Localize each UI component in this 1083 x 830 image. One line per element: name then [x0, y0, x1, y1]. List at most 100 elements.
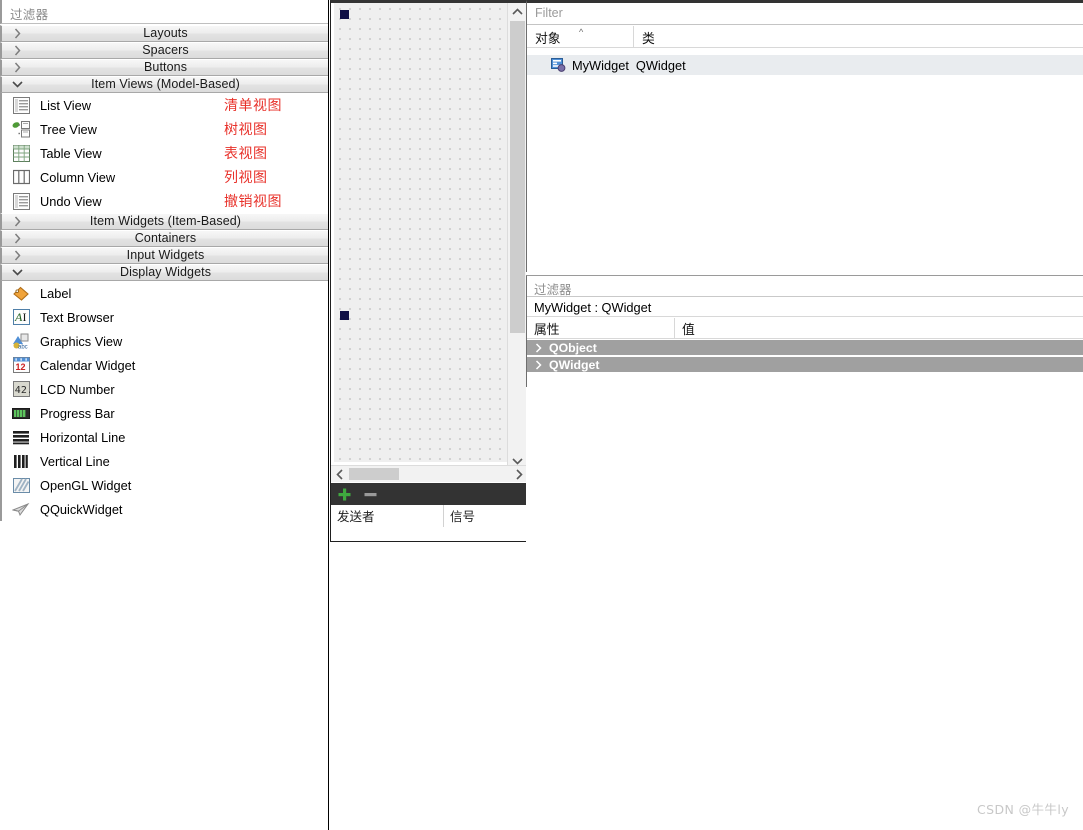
scroll-up-arrow-icon[interactable] [508, 3, 527, 21]
widget-category-header[interactable]: Input Widgets [0, 247, 328, 264]
object-inspector-row-class: QWidget [635, 57, 686, 73]
widget-box-item[interactable]: Undo View 撤销视图 [0, 189, 328, 213]
widget-box-item[interactable]: abc Graphics View [0, 329, 328, 353]
widget-box-item-label: Calendar Widget [40, 357, 136, 373]
object-inspector-filter-input[interactable]: Filter [527, 3, 1083, 25]
object-inspector-column-object[interactable]: 对象 ^ [527, 26, 634, 48]
widget-category-header[interactable]: Spacers [0, 42, 328, 59]
object-inspector-header: 对象 ^ 类 [527, 26, 1083, 48]
widget-category-header[interactable]: Layouts [0, 25, 328, 42]
chevron-right-icon [11, 26, 23, 41]
signal-slot-header: 发送者 信号 [331, 504, 527, 527]
widget-box-item-label: Horizontal Line [40, 429, 126, 445]
annotation-text: 清单视图 [224, 98, 282, 114]
widget-box-item[interactable]: A I Text Browser [0, 305, 328, 329]
add-connection-button[interactable] [331, 483, 357, 505]
object-inspector-column-class[interactable]: 类 [634, 26, 834, 48]
object-inspector-row[interactable]: MyWidget QWidget [527, 55, 1083, 75]
widget-box-item-label: Label [40, 285, 72, 301]
property-group-qobject-label: QObject [549, 340, 597, 355]
annotation-text: 撤销视图 [224, 194, 282, 210]
property-group-qwidget-label: QWidget [549, 357, 600, 372]
widget-box-item-label: Graphics View [40, 333, 123, 349]
property-editor-target-label: MyWidget : QWidget [534, 299, 652, 315]
widget-box-panel: 过滤器 Layouts Spacers Buttons Item Views (Mod… [0, 0, 329, 830]
progress-bar-icon [10, 404, 32, 422]
widget-box-item-label: Tree View [40, 121, 97, 137]
widget-box-item[interactable]: QQuickWidget [0, 497, 328, 521]
widget-category-label: Input Widgets [126, 248, 205, 263]
svg-text:I: I [22, 310, 26, 324]
signal-slot-column-sender[interactable]: 发送者 [331, 504, 444, 527]
widget-box-item[interactable]: Column View 列视图 [0, 165, 328, 189]
object-column-label: 对象 [535, 30, 561, 46]
sort-ascending-icon: ^ [579, 27, 584, 37]
chevron-down-icon [11, 77, 23, 92]
widget-box-item[interactable]: Progress Bar [0, 401, 328, 425]
vertical-line-icon [10, 452, 32, 470]
widget-category-label: Item Views (Model-Based) [91, 77, 240, 92]
qquickwidget-icon [10, 500, 32, 518]
property-editor-column-property[interactable]: 属性 [527, 318, 675, 339]
widget-category-header[interactable]: Containers [0, 230, 328, 247]
canvas-horizontal-scrollbar[interactable] [331, 465, 527, 482]
widget-box-item-label: Table View [40, 145, 102, 161]
property-editor-header: 属性 值 [527, 318, 1083, 339]
form-canvas[interactable] [334, 3, 508, 462]
selection-handle-bottom-left[interactable] [340, 311, 349, 320]
widget-box-item[interactable]: List View 清单视图 [0, 93, 328, 117]
form-editor-area: 发送者 信号 [330, 0, 527, 830]
scroll-right-arrow-icon[interactable] [510, 466, 527, 482]
annotation-text: 树视图 [224, 122, 268, 138]
signal-slot-bottom-divider [330, 541, 526, 542]
list-view-icon [10, 96, 32, 114]
opengl-icon [10, 476, 32, 494]
annotation-text: 列视图 [224, 170, 268, 186]
canvas-vertical-scrollbar[interactable] [507, 3, 526, 470]
widget-category-header[interactable]: Buttons [0, 59, 328, 76]
undo-view-icon [10, 192, 32, 210]
widget-box-item[interactable]: Horizontal Line [0, 425, 328, 449]
widget-category-header[interactable]: Item Widgets (Item-Based) [0, 213, 328, 230]
widget-box-item-label: List View [40, 97, 91, 113]
widget-box-item[interactable]: Vertical Line [0, 449, 328, 473]
widget-box-item[interactable]: 12 Calendar Widget [0, 353, 328, 377]
qt-designer-window: 过滤器 Layouts Spacers Buttons Item Views (Mod… [0, 0, 1083, 830]
property-group-qwidget[interactable]: QWidget [527, 357, 1083, 373]
scroll-left-arrow-icon[interactable] [331, 466, 348, 482]
object-inspector-filter-placeholder: Filter [535, 6, 563, 20]
canvas-vscroll-thumb[interactable] [510, 21, 525, 333]
widget-category-header[interactable]: Item Views (Model-Based) [0, 76, 328, 93]
selection-handle-top-left[interactable] [340, 10, 349, 19]
column-view-icon [10, 168, 32, 186]
svg-text:42.: 42. [14, 385, 29, 396]
widget-box-item[interactable]: Table View 表视图 [0, 141, 328, 165]
widget-box-item[interactable]: 42. LCD Number [0, 377, 328, 401]
graphics-view-icon: abc [10, 332, 32, 350]
canvas-hscroll-thumb[interactable] [349, 468, 399, 480]
chevron-right-icon [11, 214, 23, 229]
right-docks: Filter 对象 ^ 类 MyWidget QWidget 过滤器 MyWid… [526, 0, 1083, 830]
chevron-right-icon [527, 359, 549, 370]
widget-box-filter-input[interactable]: 过滤器 [0, 0, 328, 24]
watermark: CSDN @牛牛ly [977, 802, 1069, 817]
property-group-qobject[interactable]: QObject [527, 340, 1083, 356]
chevron-right-icon [527, 342, 549, 353]
signal-slot-column-signal[interactable]: 信号 [444, 505, 527, 527]
form-canvas-panel [330, 0, 527, 482]
object-inspector-row-object: MyWidget [572, 57, 629, 73]
remove-connection-button[interactable] [357, 483, 383, 505]
widget-category-label: Containers [134, 231, 197, 246]
property-editor-panel: 过滤器 MyWidget : QWidget 属性 值 QObject QWid… [526, 275, 1083, 387]
widget-box-item-label: Progress Bar [40, 405, 115, 421]
widget-box-item[interactable]: OpenGL Widget [0, 473, 328, 497]
property-editor-filter-input[interactable]: 过滤器 [527, 276, 1083, 297]
widget-box-item-label: Text Browser [40, 309, 114, 325]
property-editor-column-value[interactable]: 值 [675, 318, 875, 339]
widget-box-item-label: Column View [40, 169, 116, 185]
widget-category-label: Spacers [142, 43, 189, 58]
widget-category-header[interactable]: Display Widgets [0, 264, 328, 281]
widget-box-item[interactable]: Tree View 树视图 [0, 117, 328, 141]
widget-box-item[interactable]: Label [0, 281, 328, 305]
chevron-down-icon [11, 265, 23, 280]
